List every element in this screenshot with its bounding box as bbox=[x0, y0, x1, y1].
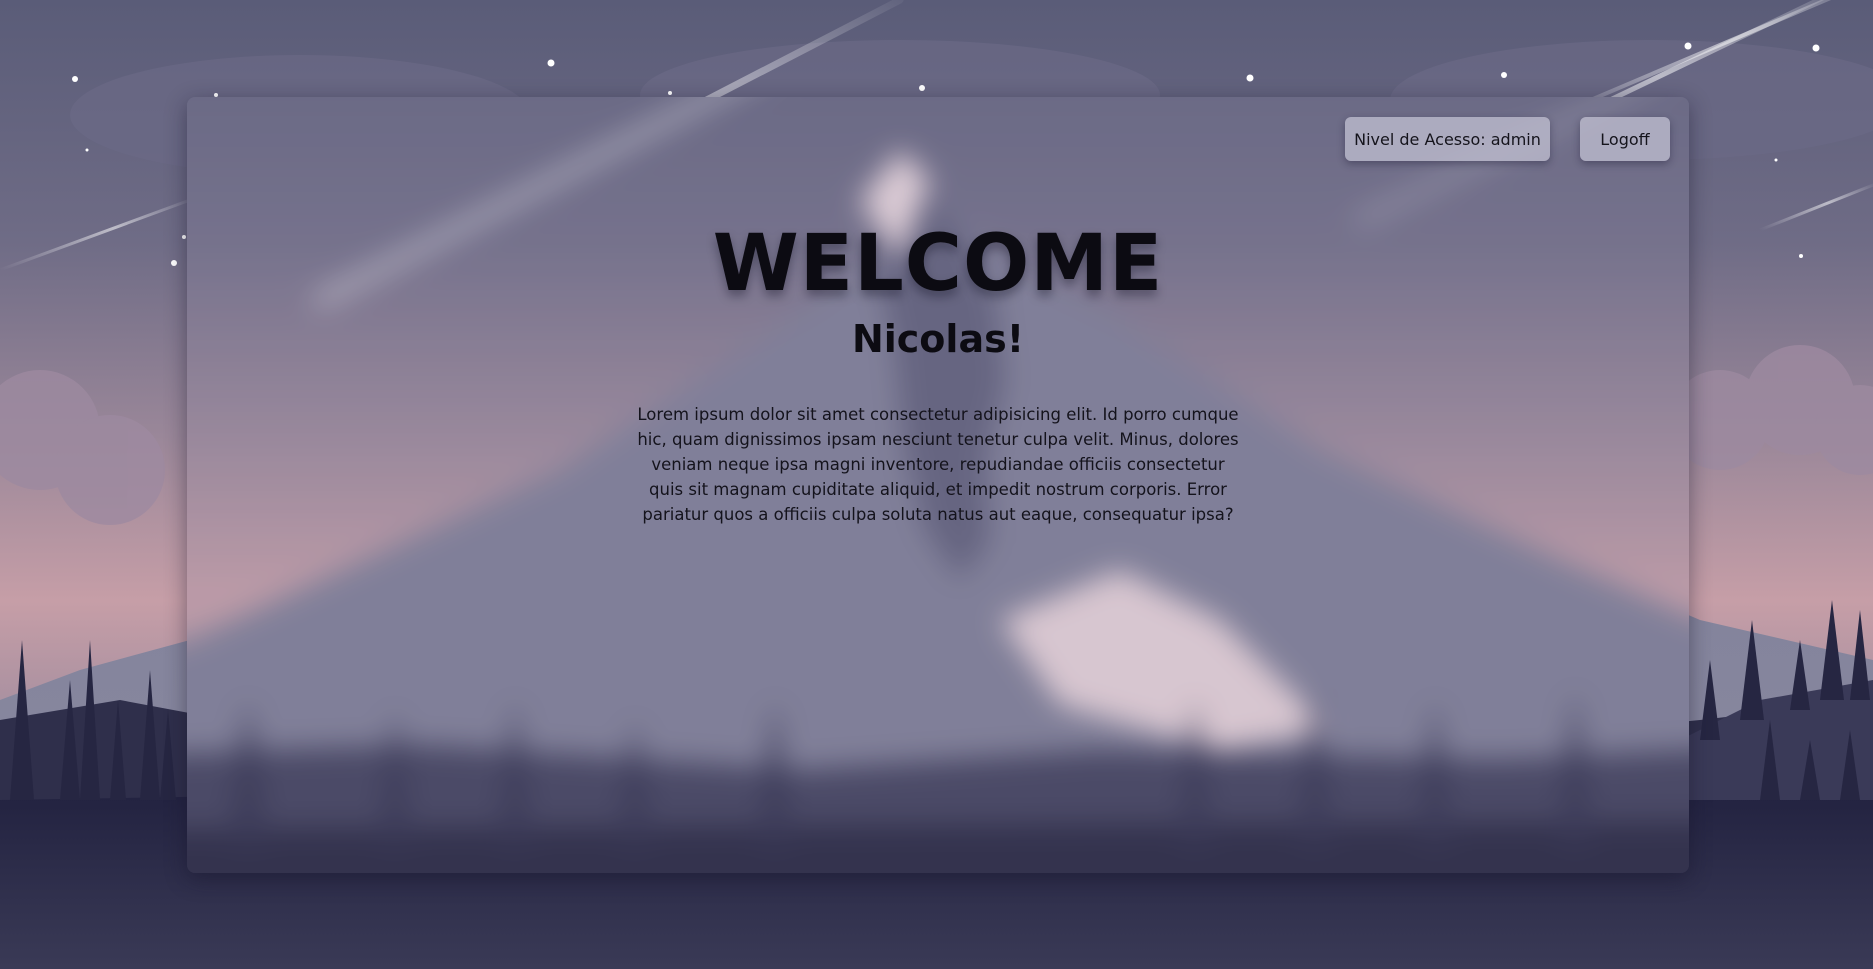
user-name-heading: Nicolas! bbox=[851, 317, 1025, 361]
logoff-button[interactable]: Logoff bbox=[1580, 117, 1670, 161]
welcome-panel: Nivel de Acesso: admin Logoff WELCOME Ni… bbox=[187, 97, 1689, 873]
access-level-badge: Nivel de Acesso: admin bbox=[1345, 117, 1550, 161]
intro-paragraph: Lorem ipsum dolor sit amet consectetur a… bbox=[637, 405, 1239, 524]
welcome-title: WELCOME bbox=[712, 219, 1164, 309]
